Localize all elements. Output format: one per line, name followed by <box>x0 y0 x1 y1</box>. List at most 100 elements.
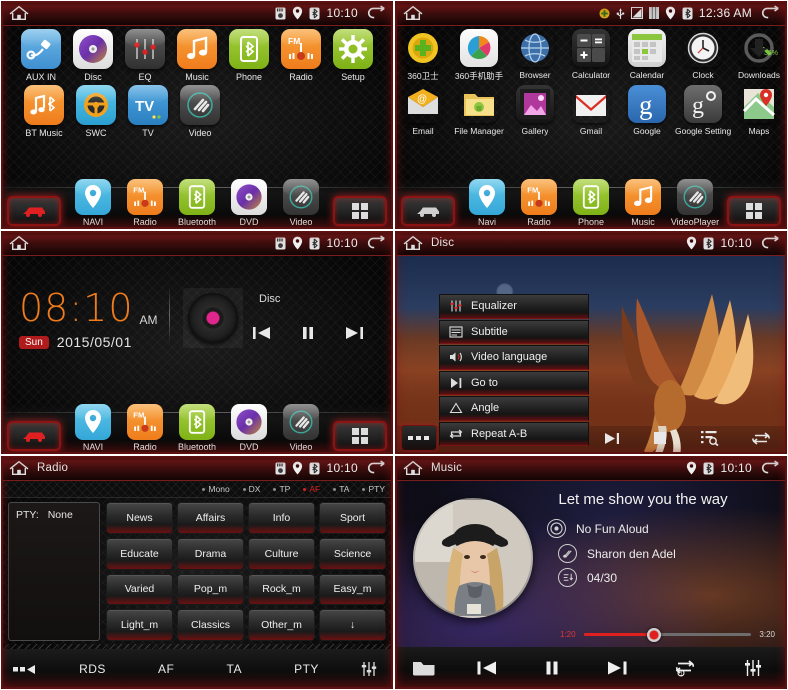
pty-button-drama[interactable]: Drama <box>177 537 244 570</box>
pty-button-varied[interactable]: Varied <box>106 573 173 606</box>
tab-ta[interactable]: TA <box>227 662 242 676</box>
app-disc[interactable]: Disc <box>67 29 119 82</box>
pty-button-rock-m[interactable]: Rock_m <box>248 573 315 606</box>
all-apps-button[interactable] <box>333 421 387 451</box>
folder-button[interactable] <box>395 659 453 677</box>
back-icon[interactable] <box>366 235 386 251</box>
app-phone[interactable]: Phone <box>223 29 275 82</box>
app-360-assistant[interactable]: 360手机助手 <box>451 29 507 82</box>
pty-button-sport[interactable]: Sport <box>319 502 386 534</box>
pty-button-easy-m[interactable]: Easy_m <box>319 573 386 606</box>
pty-button-pop-m[interactable]: Pop_m <box>177 573 244 606</box>
all-apps-button[interactable] <box>333 196 387 226</box>
dock-item-dvd[interactable]: DVD <box>223 404 275 452</box>
stop-button[interactable] <box>653 431 667 445</box>
app-radio[interactable]: FM Radio <box>275 29 327 82</box>
app-gallery[interactable]: Gallery <box>507 85 563 136</box>
app-bt-music[interactable]: BT Music <box>18 85 70 138</box>
menu-item-angle[interactable]: Angle <box>439 396 589 421</box>
all-apps-button[interactable] <box>727 196 781 226</box>
tab-af[interactable]: AF <box>158 662 174 676</box>
menu-item-repeat-ab[interactable]: Repeat A-B <box>439 421 589 446</box>
dock-item-radio[interactable]: FM Radio <box>119 404 171 452</box>
dock-item-music[interactable]: Music <box>617 179 669 227</box>
more-dots-button[interactable] <box>401 425 437 451</box>
previous-track-button[interactable] <box>253 326 271 340</box>
pty-button-educate[interactable]: Educate <box>106 537 173 570</box>
menu-item-subtitle[interactable]: Subtitle <box>439 319 589 344</box>
app-downloads[interactable]: 36% Downloads <box>731 29 787 82</box>
app-eq[interactable]: EQ <box>119 29 171 82</box>
rds-indicator-dx[interactable]: DX <box>242 484 260 494</box>
pty-button-classics[interactable]: Classics <box>177 609 244 641</box>
pty-button-news[interactable]: News <box>106 502 173 534</box>
app-calendar[interactable]: Calendar <box>619 29 675 82</box>
progress-slider[interactable] <box>583 627 752 642</box>
clock-widget[interactable]: 08:10 AM Sun 2015/05/01 <box>19 289 158 350</box>
tab-pty[interactable]: PTY <box>294 662 319 676</box>
pty-button-other-m[interactable]: Other_m <box>248 609 315 641</box>
radio-more-button[interactable] <box>1 664 53 674</box>
album-art[interactable] <box>413 498 533 618</box>
dock-item-bluetooth[interactable]: Bluetooth <box>171 179 223 227</box>
dock-item-navi[interactable]: NAVI <box>67 179 119 227</box>
next-track-button[interactable] <box>604 432 620 445</box>
home-icon[interactable] <box>8 459 30 477</box>
menu-item-video-language[interactable]: Video language <box>439 345 589 370</box>
car-mode-button[interactable] <box>7 421 61 451</box>
app-file-manager[interactable]: File Manager <box>451 85 507 136</box>
app-video[interactable]: Video <box>174 85 226 138</box>
app-google[interactable]: g Google <box>619 85 675 136</box>
repeat-one-icon[interactable]: 1 <box>674 659 696 677</box>
app-browser[interactable]: Browser <box>507 29 563 82</box>
app-aux-in[interactable]: AUX IN <box>15 29 67 82</box>
app-calculator[interactable]: Calculator <box>563 29 619 82</box>
pause-button[interactable] <box>301 326 315 340</box>
car-mode-button[interactable] <box>7 196 61 226</box>
rds-indicator-ta[interactable]: TA <box>333 484 349 494</box>
rds-indicator-mono[interactable]: Mono <box>202 484 230 494</box>
car-mode-button[interactable] <box>401 196 455 226</box>
app-360-guard[interactable]: 360卫士 <box>395 29 451 82</box>
back-icon[interactable] <box>366 5 386 21</box>
home-icon[interactable] <box>8 234 30 252</box>
dock-item-radio[interactable]: FM Radio <box>119 179 171 227</box>
pty-button-science[interactable]: Science <box>319 537 386 570</box>
dock-item-navi[interactable]: Navi <box>461 179 513 227</box>
app-clock[interactable]: Clock <box>675 29 731 82</box>
rds-indicator-tp[interactable]: TP <box>273 484 290 494</box>
app-swc[interactable]: SWC <box>70 85 122 138</box>
app-setup[interactable]: Setup <box>327 29 379 82</box>
back-icon[interactable] <box>760 460 780 476</box>
app-tv[interactable]: TV TV <box>122 85 174 138</box>
rds-indicator-af[interactable]: AF <box>303 484 320 494</box>
pty-button-light-m[interactable]: Light_m <box>106 609 173 641</box>
dock-item-dvd[interactable]: DVD <box>223 179 275 227</box>
rds-indicator-pty[interactable]: PTY <box>362 484 385 494</box>
dock-item-videoplayer[interactable]: VideoPlayer <box>669 179 721 227</box>
equalizer-button[interactable] <box>743 658 763 678</box>
app-maps[interactable]: Maps <box>731 85 787 136</box>
back-icon[interactable] <box>760 235 780 251</box>
app-email[interactable]: @ Email <box>395 85 451 136</box>
home-icon[interactable] <box>402 459 424 477</box>
pty-button-culture[interactable]: Culture <box>248 537 315 570</box>
dock-item-phone[interactable]: Phone <box>565 179 617 227</box>
app-google-settings[interactable]: g Google Settings <box>675 85 731 136</box>
pause-button[interactable] <box>544 660 560 676</box>
dock-item-radio[interactable]: FM Radio <box>513 179 565 227</box>
radio-equalizer-button[interactable] <box>345 660 393 678</box>
home-icon[interactable] <box>402 234 424 252</box>
menu-item-equalizer[interactable]: Equalizer <box>439 294 589 319</box>
back-icon[interactable] <box>760 5 780 21</box>
next-track-button[interactable] <box>345 326 363 340</box>
menu-item-go-to[interactable]: Go to <box>439 370 589 395</box>
tab-rds[interactable]: RDS <box>79 662 106 676</box>
dock-item-video[interactable]: Video <box>275 404 327 452</box>
browse-icon[interactable] <box>700 430 719 446</box>
repeat-icon[interactable] <box>752 431 771 446</box>
pty-button-affairs[interactable]: Affairs <box>177 502 244 534</box>
app-gmail[interactable]: Gmail <box>563 85 619 136</box>
dock-item-bluetooth[interactable]: Bluetooth <box>171 404 223 452</box>
progress-knob[interactable] <box>647 627 662 642</box>
